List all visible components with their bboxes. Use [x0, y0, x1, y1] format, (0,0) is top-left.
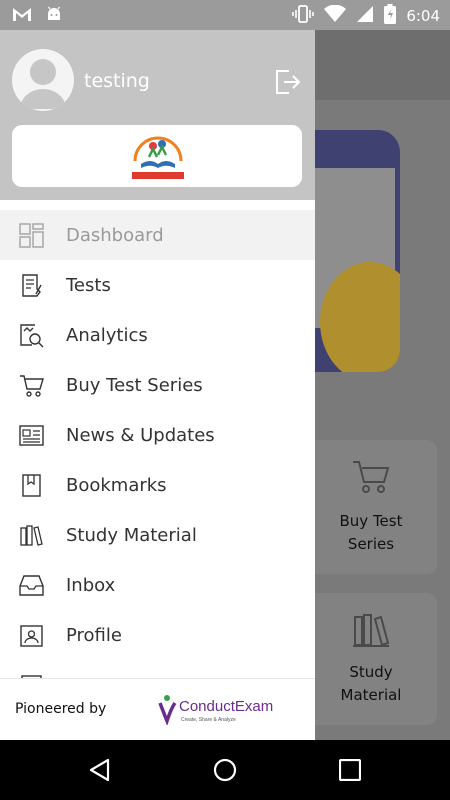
- books-icon: [351, 611, 391, 653]
- background-card-study-material: Study Material: [305, 593, 437, 725]
- menu-item-inbox[interactable]: Inbox: [0, 560, 315, 610]
- avatar[interactable]: [12, 49, 74, 111]
- logout-icon[interactable]: [273, 68, 301, 96]
- menu-item-label: Profile: [66, 625, 122, 646]
- menu-item-label: Dashboard: [66, 225, 164, 246]
- menu-item-label: Buy Test Series: [66, 375, 203, 396]
- background-banner: [300, 130, 400, 372]
- menu-item-analytics[interactable]: Analytics: [0, 310, 315, 360]
- brand-tagline: Create, Share & Analyze: [181, 717, 236, 723]
- profile-icon: [19, 623, 44, 648]
- institute-logo-card: [12, 125, 302, 187]
- menu-item-label: News & Updates: [66, 425, 215, 446]
- books-icon: [19, 523, 44, 548]
- analytics-icon: [19, 323, 44, 348]
- card-label-line2: Material: [340, 686, 402, 704]
- drawer-footer: Pioneered by ConductExam Create, Share &…: [0, 678, 315, 740]
- institute-logo: [129, 131, 187, 185]
- menu-item-buy-test-series[interactable]: Buy Test Series: [0, 360, 315, 410]
- bookmark-icon: [19, 473, 44, 498]
- card-label-line1: Buy Test: [339, 512, 403, 530]
- cart-icon: [19, 373, 44, 398]
- menu-item-label: Bookmarks: [66, 475, 167, 496]
- inbox-icon: [19, 573, 44, 598]
- user-name: testing: [84, 70, 150, 92]
- menu-item-dashboard[interactable]: Dashboard: [0, 210, 315, 260]
- navigation-drawer: testing Dashboard Tests Analytics Buy Te…: [0, 30, 315, 740]
- menu-item-bookmarks[interactable]: Bookmarks: [0, 460, 315, 510]
- wifi-icon: [324, 4, 347, 27]
- vibrate-icon: [292, 4, 315, 28]
- menu-item-label: Study Material: [66, 525, 197, 546]
- menu-item-label: Tests: [66, 275, 111, 296]
- navigation-bar: [0, 740, 450, 800]
- back-icon[interactable]: [88, 758, 112, 786]
- cart-icon: [351, 458, 391, 500]
- background-card-buy-test-series: Buy Test Series: [305, 440, 437, 574]
- tests-icon: [19, 273, 44, 298]
- pioneered-by-label: Pioneered by: [15, 701, 107, 717]
- brand-name: ConductExam: [179, 698, 273, 715]
- battery-icon: [384, 4, 397, 28]
- drawer-header: testing: [0, 30, 315, 200]
- recents-icon[interactable]: [338, 758, 362, 785]
- android-icon: [46, 6, 62, 26]
- news-icon: [19, 423, 44, 448]
- menu-item-profile[interactable]: Profile: [0, 610, 315, 660]
- menu-item-label: Analytics: [66, 325, 148, 346]
- menu-item-label: Inbox: [66, 575, 116, 596]
- home-icon[interactable]: [213, 758, 237, 786]
- card-label-line2: Series: [347, 535, 395, 553]
- status-bar: 6:04: [0, 0, 450, 30]
- dashboard-icon: [19, 223, 44, 248]
- menu-item-tests[interactable]: Tests: [0, 260, 315, 310]
- gmail-icon: [12, 6, 32, 26]
- conductexam-logo[interactable]: ConductExam Create, Share & Analyze: [158, 693, 288, 729]
- card-label-line1: Study: [349, 663, 393, 681]
- menu-item-news-updates[interactable]: News & Updates: [0, 410, 315, 460]
- menu-item-study-material[interactable]: Study Material: [0, 510, 315, 560]
- drawer-menu: Dashboard Tests Analytics Buy Test Serie…: [0, 210, 315, 710]
- status-time: 6:04: [406, 7, 440, 25]
- signal-icon: [356, 5, 374, 27]
